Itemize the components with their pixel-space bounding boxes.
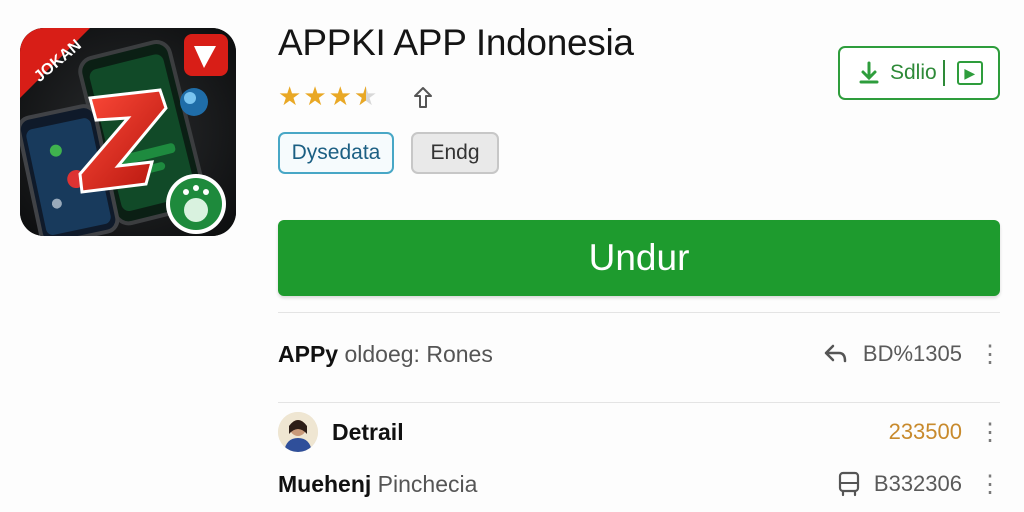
category-chip[interactable]: Dysedata [278, 132, 394, 174]
chevron-right-icon[interactable]: ▶ [956, 61, 983, 85]
divider [278, 312, 1000, 313]
star-rating: ★ ★ ★ ★ [278, 82, 377, 110]
more-vert-icon[interactable]: ⋮ [978, 340, 1002, 369]
bus-icon [838, 471, 860, 497]
install-label: Sdlio [890, 61, 937, 84]
avatar [278, 412, 318, 452]
divider [942, 60, 945, 86]
list-item[interactable]: Muehenj Pinchecia B332306 ⋮ [278, 464, 1002, 504]
more-vert-icon[interactable]: ⋮ [978, 418, 1002, 447]
download-icon [859, 61, 879, 84]
half-star-icon: ★ [354, 82, 377, 110]
list-item[interactable]: Detrail 233500 ⋮ [278, 412, 1002, 452]
list-item-value: BD%1305 [862, 341, 962, 366]
list-item-value: B332306 [873, 471, 962, 496]
star-icon: ★ [278, 81, 302, 111]
star-icon: ★ [328, 81, 352, 111]
list-item-title: Detrail [332, 418, 404, 445]
list-item-title: APPy oldoeg: Rones [278, 340, 493, 367]
app-title: APPKI APP Indonesia [278, 22, 634, 63]
reply-arrow-icon [824, 344, 847, 363]
more-vert-icon[interactable]: ⋮ [978, 470, 1002, 499]
list-item-title: Muehenj Pinchecia [278, 470, 478, 497]
install-widget[interactable]: Sdlio ▶ [838, 46, 1000, 100]
list-item-value: 233500 [888, 419, 962, 444]
share-icon[interactable] [410, 85, 436, 111]
app-icon: JOKAN [20, 28, 236, 236]
download-button[interactable]: Undur [278, 220, 1000, 296]
star-icon: ★ [303, 81, 327, 111]
tag-chip[interactable]: Endg [411, 132, 499, 174]
list-item[interactable]: APPy oldoeg: Rones BD%1305 ⋮ [278, 334, 1002, 374]
divider [278, 402, 1000, 403]
